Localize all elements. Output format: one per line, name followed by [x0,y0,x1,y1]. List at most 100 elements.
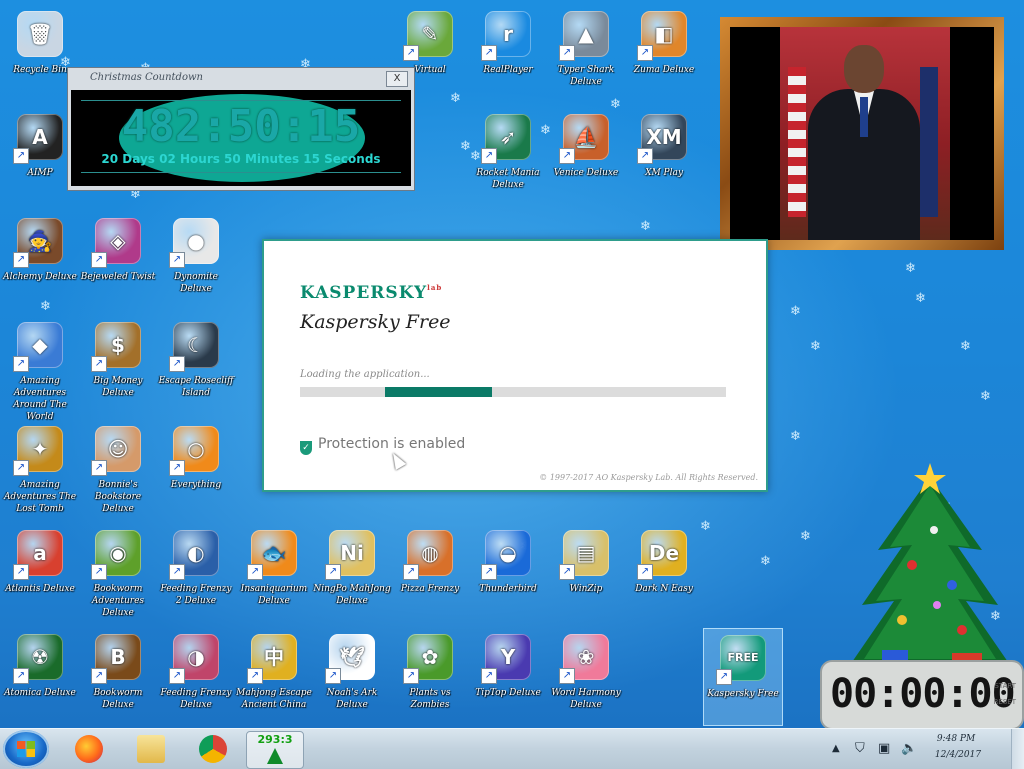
app-icon: ◐ ↗ [169,530,219,580]
desktop-icon-thunderbird[interactable]: ◒ ↗ Thunderbird [469,524,547,620]
desktop-icon-ningpo-mahjong-deluxe[interactable]: Ni ↗ NingPo MahJong Deluxe [313,524,391,620]
security-shield-icon[interactable]: ⛉ [855,741,865,756]
close-button[interactable]: X [386,71,408,87]
desktop-icon-plants-vs-zombies[interactable]: ✿ ↗ Plants vs Zombies [391,628,469,724]
shortcut-arrow-icon: ↗ [13,148,29,164]
desktop-icon-bookworm-adventures-deluxe[interactable]: ◉ ↗ Bookworm Adventures Deluxe [79,524,157,620]
desktop-icon-label: Amazing Adventures Around The World [13,376,67,422]
shortcut-arrow-icon: ↗ [169,252,185,268]
desktop-icon-bejeweled-twist[interactable]: ◈ ↗ Bejeweled Twist [79,212,157,308]
volume-icon[interactable]: 🔈 [901,741,917,756]
taskbar-file-explorer[interactable] [124,731,180,767]
digital-clock-gadget[interactable]: 00:00:00 START RESET [820,660,1024,730]
photo-matte [730,27,994,240]
desktop-icon-label: RealPlayer [483,65,533,75]
countdown-taskbar-label: 293:3 [257,733,293,746]
desktop-icon-dark-n-easy[interactable]: De ↗ Dark N Easy [625,524,703,620]
app-icon: ◉ ↗ [91,530,141,580]
desktop-icon-atlantis-deluxe[interactable]: a ↗ Atlantis Deluxe [1,524,79,620]
app-icon: ⛵ ↗ [559,114,609,164]
christmas-tree-gadget[interactable] [842,455,1018,675]
desktop-icon-zuma-deluxe[interactable]: ◧ ↗ Zuma Deluxe [625,5,703,101]
shortcut-arrow-icon: ↗ [13,668,29,684]
desktop-icon-typer-shark-deluxe[interactable]: ▲ ↗ Typer Shark Deluxe [547,5,625,101]
snowflake-icon: ❄ [980,389,991,404]
desktop-icon-rocket-mania-deluxe[interactable]: ➶ ↗ Rocket Mania Deluxe [469,108,547,204]
product-name: Kaspersky Free [300,311,451,333]
desktop-icon-amazing-adventures-around-the-world[interactable]: ◆ ↗ Amazing Adventures Around The World [1,316,79,422]
desktop-icon-label: Alchemy Deluxe [3,272,77,282]
desktop-icon-alchemy-deluxe[interactable]: 🧙 ↗ Alchemy Deluxe [1,212,79,308]
tray-time[interactable]: 9:48 PM [926,734,986,744]
desktop-icon-feeding-frenzy-deluxe[interactable]: ◑ ↗ Feeding Frenzy Deluxe [157,628,235,724]
shortcut-arrow-icon: ↗ [559,45,575,61]
shortcut-arrow-icon: ↗ [403,45,419,61]
kaspersky-splash-window[interactable]: KASPERSKYlab Kaspersky Free Loading the … [262,239,768,492]
desktop-icon-escape-rosecliff-island[interactable]: ☾ ↗ Escape Rosecliff Island [157,316,235,412]
app-icon: ✦ ↗ [13,426,63,476]
desktop-icon-realplayer[interactable]: r ↗ RealPlayer [469,5,547,101]
countdown-face: 482:50:15 20 Days 02 Hours 50 Minutes 15… [71,90,411,186]
desktop-icon-venice-deluxe[interactable]: ⛵ ↗ Venice Deluxe [547,108,625,204]
desktop-icon-noah-s-ark-deluxe[interactable]: 🕊 ↗ Noah's Ark Deluxe [313,628,391,724]
tray-date[interactable]: 12/4/2017 [922,750,994,760]
desktop-icon-label: Bejeweled Twist [80,272,156,282]
snowflake-icon: ❄ [960,339,971,354]
desktop-icon-label: Rocket Mania Deluxe [476,168,540,190]
taskbar-countdown[interactable]: 293:3 [246,731,304,769]
desktop-icon-pizza-frenzy[interactable]: ◍ ↗ Pizza Frenzy [391,524,469,620]
app-icon: ☢ ↗ [13,634,63,684]
desktop-icon-label: Amazing Adventures The Lost Tomb [3,480,77,514]
desktop-icon-label: Bookworm Adventures Deluxe [91,584,145,618]
shortcut-arrow-icon: ↗ [559,564,575,580]
shortcut-arrow-icon: ↗ [637,564,653,580]
app-icon: ✎ ↗ [403,11,453,61]
show-desktop-button[interactable] [1011,729,1024,769]
app-icon: B ↗ [91,634,141,684]
desktop-icon-word-harmony-deluxe[interactable]: ❀ ↗ Word Harmony Deluxe [547,628,625,724]
desktop-icon-xm-play[interactable]: XM ↗ XM Play [625,108,703,204]
desktop-icon-atomica-deluxe[interactable]: ☢ ↗ Atomica Deluxe [1,628,79,724]
desktop-icon-insaniquarium-deluxe[interactable]: 🐟 ↗ Insaniquarium Deluxe [235,524,313,620]
start-button[interactable]: START [994,682,1016,690]
show-hidden-icons[interactable]: ▲ [832,743,840,754]
app-icon: ◑ ↗ [169,634,219,684]
desktop-icon-label: WinZip [569,584,603,594]
app-icon: ➶ ↗ [481,114,531,164]
desktop-icon-dynomite-deluxe[interactable]: ● ↗ Dynomite Deluxe [157,212,235,308]
desktop-icon-bonnie-s-bookstore-deluxe[interactable]: ☺ ↗ Bonnie's Bookstore Deluxe [79,420,157,516]
photo-frame-gadget[interactable] [720,17,1004,250]
shortcut-arrow-icon: ↗ [13,460,29,476]
shortcut-arrow-icon: ↗ [247,668,263,684]
reset-button[interactable]: RESET [994,698,1016,706]
desktop-icon-amazing-adventures-the-lost-tomb[interactable]: ✦ ↗ Amazing Adventures The Lost Tomb [1,420,79,516]
firefox-icon [75,735,103,763]
app-icon: ☾ ↗ [169,322,219,372]
desktop-icon-tiptop-deluxe[interactable]: Y ↗ TipTop Deluxe [469,628,547,724]
app-icon: A ↗ [13,114,63,164]
shortcut-arrow-icon: ↗ [481,148,497,164]
desktop-icon-label: NingPo MahJong Deluxe [313,584,391,606]
desktop-icon-feeding-frenzy-2-deluxe[interactable]: ◐ ↗ Feeding Frenzy 2 Deluxe [157,524,235,620]
app-icon: ◧ ↗ [637,11,687,61]
taskbar-firefox[interactable] [62,731,118,767]
shortcut-arrow-icon: ↗ [559,668,575,684]
shortcut-arrow-icon: ↗ [481,564,497,580]
desktop-icon-bookworm-deluxe[interactable]: B ↗ Bookworm Deluxe [79,628,157,724]
snowflake-icon: ❄ [760,554,771,569]
christmas-countdown-gadget[interactable]: Christmas Countdown X 482:50:15 20 Days … [67,67,415,191]
taskbar-chrome[interactable] [186,731,242,767]
desktop-icon-big-money-deluxe[interactable]: $ ↗ Big Money Deluxe [79,316,157,412]
desktop-icon-mahjong-escape-ancient-china[interactable]: 中 ↗ Mahjong Escape Ancient China [235,628,313,724]
desktop-icon-label: Atomica Deluxe [4,688,76,698]
start-button[interactable] [3,730,49,768]
chrome-icon [199,735,227,763]
desktop-icon-label: Venice Deluxe [553,168,619,178]
app-icon: ◈ ↗ [91,218,141,268]
network-icon[interactable]: ▣ [878,741,890,756]
app-icon: ○ ↗ [169,426,219,476]
desktop-icon-kaspersky-free[interactable]: FREE ↗ Kaspersky Free [703,628,783,726]
desktop-icon-everything[interactable]: ○ ↗ Everything [157,420,235,516]
app-icon: FREE ↗ [716,635,766,685]
desktop-icon-winzip[interactable]: ▤ ↗ WinZip [547,524,625,620]
